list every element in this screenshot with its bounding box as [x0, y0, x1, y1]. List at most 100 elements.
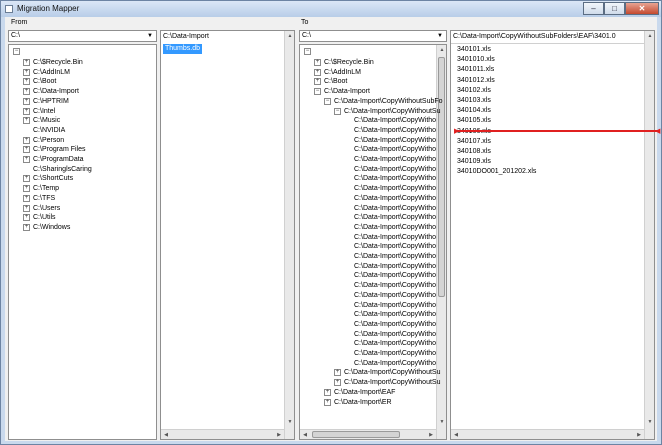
scroll-up-icon[interactable]: ▲: [437, 45, 446, 55]
expand-icon[interactable]: +: [23, 175, 30, 183]
expand-icon[interactable]: +: [23, 185, 30, 193]
expand-icon[interactable]: +: [23, 59, 30, 66]
tree-item-label: C:\Users: [33, 204, 61, 212]
collapse-icon[interactable]: −: [314, 88, 321, 96]
tree-root-expander[interactable]: −: [304, 47, 314, 57]
scroll-right-icon[interactable]: ▶: [634, 430, 644, 439]
tree-item-label: C:\Data-Import\CopyWitho: [354, 282, 437, 290]
to-tree-hscrollbar[interactable]: ◀ ▶: [300, 429, 436, 439]
tree-item-label: C:\Data-Import\CopyWitho: [354, 301, 437, 309]
list-item[interactable]: 3401012.xls: [457, 76, 495, 86]
expand-icon[interactable]: +: [23, 68, 30, 76]
to-folder-tree[interactable]: − ◀ ▶ ▲ ▼ + C:\$Recycle.Bin + C:\AddInLM + C:…: [299, 44, 447, 440]
scroll-right-icon[interactable]: ▶: [274, 430, 284, 439]
from-folder-tree[interactable]: − + C:\$Recycle.Bin + C:\AddInLM + C:\Boot + C:…: [8, 44, 157, 440]
from-files-list[interactable]: C:\Data-Import Thumbs.db ◀ ▶ ▲ ▼: [160, 30, 295, 440]
from-drive-combo[interactable]: C:\ ▼: [8, 30, 157, 42]
expand-icon[interactable]: +: [334, 379, 341, 387]
list-item[interactable]: 3401011.xls: [457, 65, 494, 75]
tree-item-label: C:\Music: [33, 117, 61, 125]
scroll-up-icon[interactable]: ▲: [645, 31, 654, 41]
tree-item-label: C:\Data-Import\CopyWitho: [354, 253, 437, 260]
list-item[interactable]: 340104.xls: [457, 106, 491, 116]
list-item[interactable]: 340101.xls: [457, 45, 491, 55]
scroll-left-icon[interactable]: ◀: [161, 430, 171, 439]
tree-item-label: C:\Data-Import\CopyWitho: [354, 272, 437, 280]
tree-item-label: C:\$Recycle.Bin: [33, 59, 83, 66]
tree-item-label: C:\Boot: [324, 78, 348, 86]
expand-icon[interactable]: +: [334, 369, 341, 377]
scroll-left-icon[interactable]: ◀: [451, 430, 461, 439]
expand-icon[interactable]: +: [23, 97, 30, 105]
scroll-right-icon[interactable]: ▶: [426, 430, 436, 439]
expand-icon[interactable]: +: [23, 223, 30, 231]
tree-item-label: C:\Data-Import\CopyWitho: [354, 214, 437, 222]
tree-item-label: C:\Data-Import\CopyWitho: [354, 146, 437, 154]
tree-item-label: C:\Data-Import\CopyWitho: [354, 262, 437, 270]
tree-item-label: C:\Data-Import\CopyWitho: [354, 340, 437, 348]
minimize-button[interactable]: –: [583, 2, 604, 15]
tree-item-label: C:\Data-Import\CopyWitho: [354, 233, 437, 241]
expand-icon[interactable]: +: [23, 117, 30, 125]
tree-item-label: C:\Data-Import\CopyWitho: [354, 330, 437, 338]
list-item[interactable]: 340108.xls: [457, 147, 491, 157]
tree-item-label: C:\HPTRIM: [33, 97, 69, 105]
expand-icon[interactable]: +: [23, 146, 30, 154]
header-divider: [451, 43, 654, 44]
tree-item-label: C:\Data-Import\CopyWitho: [354, 223, 437, 231]
tree-item-label: C:\Data-Import\CopyWithoutSu: [344, 379, 441, 387]
expand-icon[interactable]: +: [23, 204, 30, 212]
maximize-button[interactable]: □: [604, 2, 625, 15]
chevron-down-icon[interactable]: ▼: [435, 31, 445, 41]
expand-icon[interactable]: +: [23, 136, 30, 144]
expand-icon[interactable]: +: [23, 107, 30, 115]
from-files-vscrollbar[interactable]: ▲ ▼: [284, 31, 294, 439]
list-item[interactable]: 34010DO001_201202.xls: [457, 167, 536, 177]
to-files-hscrollbar[interactable]: ◀ ▶: [451, 429, 644, 439]
expand-icon[interactable]: +: [23, 214, 30, 222]
scroll-down-icon[interactable]: ▼: [437, 417, 446, 427]
expand-icon[interactable]: +: [324, 398, 331, 406]
list-item-selected[interactable]: Thumbs.db: [163, 44, 203, 54]
list-item[interactable]: 340109.xls: [457, 157, 491, 167]
main-window: Migration Mapper – □ ✕ From C:\ ▼ − + C:\…: [0, 0, 662, 445]
expand-icon[interactable]: +: [314, 68, 321, 76]
close-button[interactable]: ✕: [625, 2, 659, 15]
collapse-icon[interactable]: −: [13, 48, 20, 55]
to-files-vscrollbar[interactable]: ▲ ▼: [644, 31, 654, 439]
tree-item-label: C:\Intel: [33, 107, 56, 115]
tree-item-label: C:\Data-Import: [33, 88, 79, 96]
expand-icon[interactable]: +: [23, 78, 30, 86]
collapse-icon[interactable]: −: [324, 97, 331, 105]
hscroll-thumb[interactable]: [312, 431, 400, 438]
to-files-list[interactable]: C:\Data-Import\CopyWithoutSubFolders\EAF…: [450, 30, 655, 440]
scroll-down-icon[interactable]: ▼: [285, 417, 294, 427]
expand-icon[interactable]: +: [314, 59, 321, 66]
expand-icon[interactable]: +: [314, 78, 321, 86]
tree-item-label: C:\Data-Import\CopyWitho: [354, 117, 437, 125]
tree-item-label: C:\Utils: [33, 214, 56, 222]
from-files-hscrollbar[interactable]: ◀ ▶: [161, 429, 284, 439]
scroll-down-icon[interactable]: ▼: [645, 417, 654, 427]
scroll-up-icon[interactable]: ▲: [285, 31, 294, 41]
collapse-icon[interactable]: −: [304, 48, 311, 55]
expand-icon[interactable]: +: [324, 388, 331, 396]
collapse-icon[interactable]: −: [334, 107, 341, 115]
list-item[interactable]: 3401010.xls: [457, 55, 495, 65]
expand-icon[interactable]: +: [23, 156, 30, 163]
to-drive-combo[interactable]: C:\ ▼: [299, 30, 447, 42]
tree-root-expander[interactable]: −: [13, 47, 23, 57]
list-item[interactable]: 340103.xls: [457, 96, 491, 106]
list-item[interactable]: 340102.xls: [457, 86, 491, 96]
to-drive-value: C:\: [302, 32, 311, 39]
list-item[interactable]: 340107.xls: [457, 137, 491, 147]
expand-icon[interactable]: +: [23, 194, 30, 202]
caption-buttons: – □ ✕: [583, 2, 659, 15]
expand-icon[interactable]: +: [23, 88, 30, 96]
chevron-down-icon[interactable]: ▼: [145, 31, 155, 41]
title-bar[interactable]: Migration Mapper – □ ✕: [1, 1, 661, 17]
client-area: From C:\ ▼ − + C:\$Recycle.Bin + C:\AddInLM…: [5, 17, 660, 441]
list-item[interactable]: 340105.xls: [457, 116, 491, 126]
scroll-left-icon[interactable]: ◀: [300, 430, 310, 439]
vscroll-thumb[interactable]: [438, 57, 445, 297]
